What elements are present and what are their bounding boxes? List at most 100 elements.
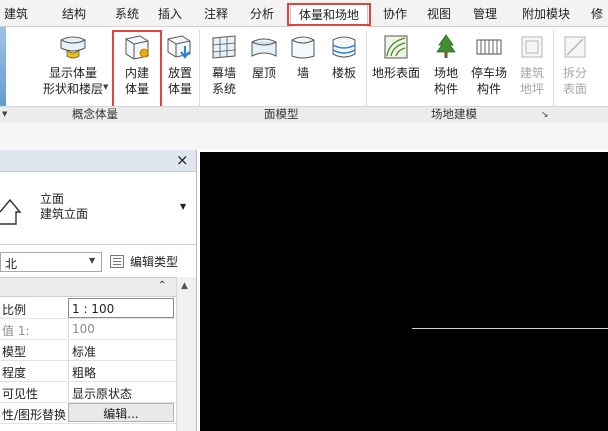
parking-icon xyxy=(476,39,502,55)
place-mass-icon xyxy=(167,35,191,59)
properties-palette: × 立面 建筑立面 ▼ 北 ▼ 编辑类型 ⌃ ▲ 比例 1 : 100 值 1:… xyxy=(0,150,197,431)
scale-value-field: 100 xyxy=(68,319,175,338)
parking-component-label-2: 构件 xyxy=(476,82,501,96)
tab-annotate[interactable]: 注释 xyxy=(204,5,228,23)
property-label: 比例 xyxy=(2,303,27,317)
property-label: 可见性 xyxy=(2,387,39,401)
toposurface-button[interactable]: 地形表面 xyxy=(369,32,423,81)
split-surface-label-1: 拆分 xyxy=(562,66,587,80)
building-pad-icon xyxy=(521,36,543,58)
place-mass-label-1: 放置 xyxy=(167,66,192,80)
site-component-label-1: 场地 xyxy=(433,66,458,80)
wall-by-face-button[interactable]: 墙 xyxy=(287,32,319,81)
display-model-field[interactable]: 标准 xyxy=(68,340,175,359)
property-value: 编辑... xyxy=(103,407,139,421)
tab-analyze[interactable]: 分析 xyxy=(250,5,274,23)
split-surface-button[interactable]: 拆分 表面 xyxy=(558,32,592,97)
property-value: 粗略 xyxy=(72,366,97,380)
property-row-display-model: 模型 标准 xyxy=(0,340,176,361)
panel-title-model-by-face[interactable]: 面模型 xyxy=(264,107,299,122)
level-line xyxy=(412,328,608,329)
tab-collaborate[interactable]: 协作 xyxy=(383,5,407,23)
show-mass-dropdown-icon[interactable]: ▼ xyxy=(103,83,108,91)
building-pad-label-2: 地坪 xyxy=(519,82,544,96)
wall-by-face-icon xyxy=(291,36,315,59)
place-mass-button[interactable]: 放置 体量 xyxy=(163,32,197,97)
collapse-group-icon[interactable]: ⌃ xyxy=(158,280,166,291)
property-value: 显示原状态 xyxy=(72,387,133,401)
tree-icon xyxy=(436,34,456,58)
curtain-system-button[interactable]: 幕墙 系统 xyxy=(206,32,242,97)
roof-by-face-button[interactable]: 屋顶 xyxy=(247,32,281,81)
tab-systems[interactable]: 系统 xyxy=(115,5,139,23)
property-row-scale: 比例 1 : 100 xyxy=(0,298,176,319)
toposurface-label: 地形表面 xyxy=(371,66,420,80)
type-selector-dropdown-icon[interactable]: ▼ xyxy=(180,202,186,211)
close-icon[interactable]: × xyxy=(176,151,189,169)
tab-insert[interactable]: 插入 xyxy=(158,5,182,23)
property-value: 标准 xyxy=(72,345,97,359)
parking-component-button[interactable]: 停车场 构件 xyxy=(466,32,512,97)
property-label: 模型 xyxy=(2,345,27,359)
drawing-canvas[interactable] xyxy=(200,152,608,431)
type-type: 建筑立面 xyxy=(40,207,89,221)
panel-title-conceptual-mass[interactable]: 概念体量 xyxy=(72,107,118,122)
tab-manage[interactable]: 管理 xyxy=(473,5,497,23)
split-surface-icon xyxy=(564,36,586,58)
instance-filter-row: 北 ▼ 编辑类型 xyxy=(0,250,196,274)
tab-architecture[interactable]: 建筑 xyxy=(4,5,28,23)
scroll-up-icon[interactable]: ▲ xyxy=(181,281,188,291)
property-label: 值 1: xyxy=(2,324,30,338)
tab-add-ins[interactable]: 附加模块 xyxy=(522,5,570,23)
curtain-system-icon xyxy=(212,35,236,59)
wall-by-face-label: 墙 xyxy=(296,66,309,80)
edit-type-icon xyxy=(110,255,124,268)
instance-filter-value: 北 xyxy=(5,257,18,271)
panel-expand-icon[interactable]: ▼ xyxy=(2,110,7,118)
type-selector[interactable]: 立面 建筑立面 ▼ xyxy=(0,172,196,245)
property-row-detail-level: 程度 粗略 xyxy=(0,361,176,382)
panel-title-model-site[interactable]: 场地建模 xyxy=(431,107,477,122)
curtain-system-label-2: 系统 xyxy=(211,82,236,96)
type-family: 立面 xyxy=(40,192,65,206)
chevron-down-icon: ▼ xyxy=(89,256,96,265)
in-place-mass-highlight-box xyxy=(112,30,162,110)
panel-launcher-icon[interactable]: ↘ xyxy=(541,110,549,120)
property-row-scale-value: 值 1: 100 xyxy=(0,319,176,340)
show-mass-label-2: 形状和楼层 xyxy=(42,82,103,96)
site-component-button[interactable]: 场地 构件 xyxy=(428,32,464,97)
show-mass-label-1: 显示体量 xyxy=(48,66,97,80)
floor-by-face-label: 楼板 xyxy=(331,66,356,80)
property-label: 程度 xyxy=(2,366,27,380)
place-mass-label-2: 体量 xyxy=(167,82,192,96)
property-label: 性/图形替换 xyxy=(2,408,66,422)
instance-filter-dropdown[interactable]: 北 ▼ xyxy=(0,252,102,272)
split-surface-label-2: 表面 xyxy=(562,82,587,96)
floor-by-face-icon xyxy=(332,36,356,58)
roof-by-face-label: 屋顶 xyxy=(251,66,276,80)
property-value: 100 xyxy=(72,322,95,336)
edit-overrides-button[interactable]: 编辑... xyxy=(68,403,174,422)
detail-level-field[interactable]: 粗略 xyxy=(68,361,175,380)
tab-highlight-box xyxy=(287,3,371,26)
building-pad-button[interactable]: 建筑 地坪 xyxy=(515,32,549,97)
parts-visibility-field[interactable]: 显示原状态 xyxy=(68,382,175,401)
type-name: 立面 建筑立面 xyxy=(40,192,88,222)
elevation-view-icon xyxy=(0,198,22,225)
properties-group-header[interactable] xyxy=(0,277,196,297)
view-scale-field[interactable]: 1 : 100 xyxy=(68,298,174,318)
edit-type-button[interactable]: 编辑类型 xyxy=(110,252,178,272)
property-value: 1 : 100 xyxy=(72,302,115,316)
property-row-graphics-overrides: 性/图形替换 编辑... xyxy=(0,403,176,424)
tab-view[interactable]: 视图 xyxy=(427,5,451,23)
properties-scrollbar[interactable] xyxy=(176,277,196,431)
site-component-label-2: 构件 xyxy=(433,82,458,96)
tab-modify[interactable]: 修 xyxy=(591,5,603,23)
properties-header: × xyxy=(0,150,196,172)
show-mass-button[interactable]: 显示体量 形状和楼层 xyxy=(40,32,106,97)
edit-type-label: 编辑类型 xyxy=(130,255,179,269)
roof-by-face-icon xyxy=(251,38,277,57)
toposurface-icon xyxy=(384,35,408,59)
tab-structure[interactable]: 结构 xyxy=(62,5,86,23)
floor-by-face-button[interactable]: 楼板 xyxy=(325,32,363,81)
